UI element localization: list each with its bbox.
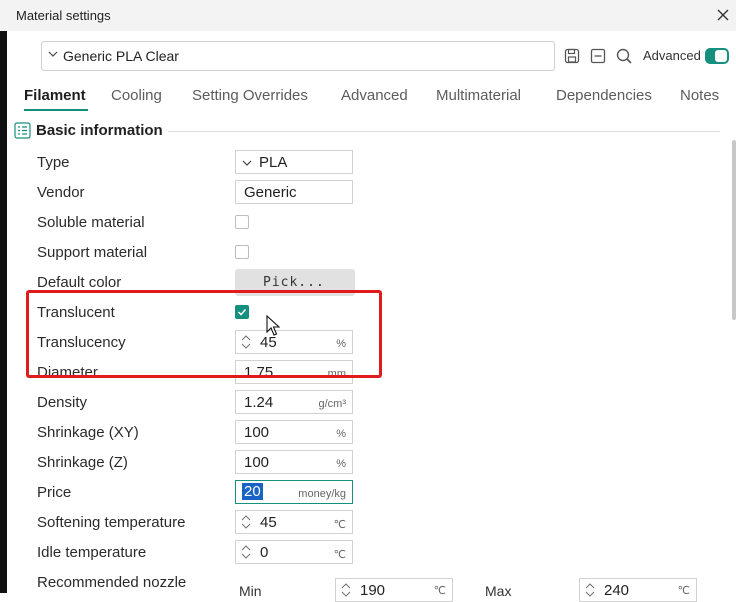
window-title: Material settings: [16, 8, 111, 23]
tab-filament[interactable]: Filament: [24, 87, 86, 104]
density-unit: g/cm³: [318, 398, 347, 410]
preset-name: Generic PLA Clear: [63, 48, 179, 64]
soluble-label: Soluble material: [37, 214, 145, 231]
vendor-value: Generic: [244, 184, 297, 201]
spin-arrows-icon[interactable]: [341, 582, 351, 598]
shrinkage-z-label: Shrinkage (Z): [37, 454, 128, 471]
nozzle-temp-label: Recommended nozzle: [37, 574, 187, 591]
softening-temp-label: Softening temperature: [37, 514, 186, 531]
shrinkage-xy-unit: %: [336, 428, 346, 440]
tab-cooling[interactable]: Cooling: [111, 87, 162, 104]
shrinkage-xy-value: 100: [244, 424, 270, 441]
softening-temp-value: 45: [260, 514, 277, 531]
title-bar: Material settings: [0, 0, 736, 31]
advanced-toggle[interactable]: [705, 48, 729, 64]
nozzle-min-label: Min: [239, 583, 262, 599]
left-edge: [0, 31, 7, 593]
soluble-checkbox[interactable]: [235, 215, 249, 229]
tab-setting-overrides[interactable]: Setting Overrides: [192, 87, 308, 104]
softening-temp-spinbox[interactable]: 45 ℃: [235, 510, 353, 534]
pick-button-label: Pick...: [263, 275, 325, 290]
price-input[interactable]: 20 money/kg: [235, 480, 353, 504]
density-input[interactable]: 1.24 g/cm³: [235, 390, 353, 414]
advanced-label: Advanced: [643, 48, 701, 63]
mouse-cursor-icon: [266, 315, 280, 336]
scrollbar-thumb[interactable]: [732, 140, 736, 320]
support-label: Support material: [37, 244, 148, 261]
save-icon[interactable]: [563, 47, 581, 65]
shrinkage-xy-input[interactable]: 100 %: [235, 420, 353, 444]
density-value: 1.24: [244, 394, 274, 411]
type-value: PLA: [259, 154, 288, 171]
idle-temp-unit: ℃: [333, 549, 346, 561]
nozzle-min-value: 190: [360, 582, 386, 599]
tab-dependencies[interactable]: Dependencies: [556, 87, 652, 104]
spin-arrows-icon[interactable]: [585, 582, 595, 598]
chevron-down-icon: [242, 160, 252, 166]
nozzle-max-spinbox[interactable]: 240 ℃: [579, 578, 697, 602]
shrinkage-z-input[interactable]: 100 %: [235, 450, 353, 474]
support-checkbox[interactable]: [235, 245, 249, 259]
shrinkage-z-value: 100: [244, 454, 270, 471]
type-select[interactable]: PLA: [235, 150, 353, 174]
annotation-highlight: [26, 290, 382, 378]
vendor-input[interactable]: Generic: [235, 180, 353, 204]
nozzle-max-value: 240: [604, 582, 630, 599]
vendor-label: Vendor: [37, 184, 85, 201]
spin-arrows-icon[interactable]: [241, 544, 251, 560]
list-icon: [14, 122, 31, 139]
close-icon[interactable]: [714, 6, 732, 24]
default-color-label: Default color: [37, 274, 122, 291]
idle-temp-label: Idle temperature: [37, 544, 147, 561]
shrinkage-xy-label: Shrinkage (XY): [37, 424, 139, 441]
delete-preset-icon[interactable]: [589, 47, 607, 65]
type-label: Type: [37, 154, 70, 171]
tab-notes[interactable]: Notes: [680, 87, 719, 104]
tab-advanced[interactable]: Advanced: [341, 87, 408, 104]
preset-select[interactable]: Generic PLA Clear: [41, 41, 555, 71]
price-label: Price: [37, 484, 72, 501]
idle-temp-spinbox[interactable]: 0 ℃: [235, 540, 353, 564]
tab-bar: Filament Cooling Setting Overrides Advan…: [0, 83, 736, 111]
nozzle-min-spinbox[interactable]: 190 ℃: [335, 578, 453, 602]
search-icon[interactable]: [615, 47, 633, 65]
price-unit: money/kg: [298, 488, 346, 500]
nozzle-max-unit: ℃: [677, 585, 690, 597]
active-tab-indicator: [24, 109, 88, 111]
tab-multimaterial[interactable]: Multimaterial: [436, 87, 521, 104]
section-divider: [168, 131, 720, 132]
shrinkage-z-unit: %: [336, 458, 346, 470]
nozzle-min-unit: ℃: [433, 585, 446, 597]
density-label: Density: [37, 394, 88, 411]
chevron-down-icon: [48, 51, 58, 57]
section-title: Basic information: [36, 122, 163, 139]
nozzle-max-label: Max: [485, 583, 512, 599]
spin-arrows-icon[interactable]: [241, 514, 251, 530]
price-value: 20: [242, 483, 263, 500]
softening-temp-unit: ℃: [333, 519, 346, 531]
idle-temp-value: 0: [260, 544, 269, 561]
